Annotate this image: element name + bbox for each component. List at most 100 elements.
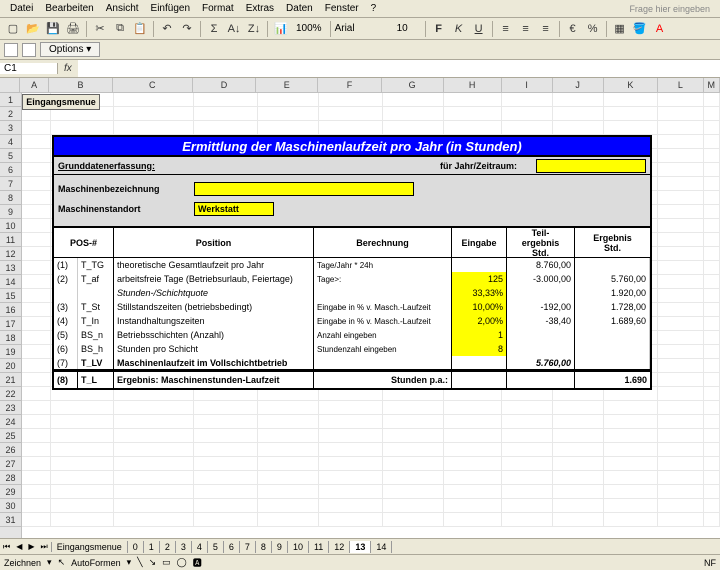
help-search-hint[interactable]: Frage hier eingeben <box>623 2 716 16</box>
cell-eingabe[interactable]: 1 <box>452 328 507 342</box>
tab-7[interactable]: 7 <box>240 541 256 553</box>
cell-eingabe[interactable]: 2,00% <box>452 314 507 328</box>
row-header-14[interactable]: 14 <box>0 275 21 289</box>
percent-icon[interactable]: % <box>584 20 602 38</box>
open-icon[interactable]: 📂 <box>24 20 42 38</box>
menu-fenster[interactable]: Fenster <box>319 1 365 16</box>
col-header-A[interactable]: A <box>20 78 49 92</box>
zoom-level[interactable]: 100% <box>292 23 326 34</box>
row-header-22[interactable]: 22 <box>0 387 21 401</box>
col-header-K[interactable]: K <box>604 78 659 92</box>
jahr-input[interactable] <box>536 159 646 173</box>
row-header-18[interactable]: 18 <box>0 331 21 345</box>
tab-0[interactable]: 0 <box>128 541 144 553</box>
cell-eingabe[interactable]: 10,00% <box>452 300 507 314</box>
col-header-I[interactable]: I <box>502 78 553 92</box>
row-header-15[interactable]: 15 <box>0 289 21 303</box>
row-header-6[interactable]: 6 <box>0 163 21 177</box>
tab-prev-icon[interactable]: ◀ <box>13 542 25 552</box>
row-header-24[interactable]: 24 <box>0 415 21 429</box>
tab-5[interactable]: 5 <box>208 541 224 553</box>
tab-13[interactable]: 13 <box>350 541 371 553</box>
col-header-B[interactable]: B <box>49 78 113 92</box>
undo-icon[interactable]: ↶ <box>158 20 176 38</box>
row-header-25[interactable]: 25 <box>0 429 21 443</box>
row-header-11[interactable]: 11 <box>0 233 21 247</box>
row-header-19[interactable]: 19 <box>0 345 21 359</box>
new-icon[interactable]: ▢ <box>4 20 22 38</box>
row-header-16[interactable]: 16 <box>0 303 21 317</box>
menu-bearbeiten[interactable]: Bearbeiten <box>39 1 99 16</box>
color-swatch-1[interactable] <box>4 43 18 57</box>
row-header-2[interactable]: 2 <box>0 107 21 121</box>
tab-next-icon[interactable]: ▶ <box>25 542 37 552</box>
row-header-23[interactable]: 23 <box>0 401 21 415</box>
color-swatch-2[interactable] <box>22 43 36 57</box>
fill-color-icon[interactable]: 🪣 <box>631 20 649 38</box>
menu-einfuegen[interactable]: Einfügen <box>145 1 196 16</box>
row-header-8[interactable]: 8 <box>0 191 21 205</box>
select-all-corner[interactable] <box>0 78 20 92</box>
row-header-29[interactable]: 29 <box>0 485 21 499</box>
row-header-10[interactable]: 10 <box>0 219 21 233</box>
fx-icon[interactable]: fx <box>58 63 78 74</box>
row-header-28[interactable]: 28 <box>0 471 21 485</box>
tab-1[interactable]: 1 <box>144 541 160 553</box>
tab-2[interactable]: 2 <box>160 541 176 553</box>
col-header-E[interactable]: E <box>256 78 318 92</box>
row-header-4[interactable]: 4 <box>0 135 21 149</box>
tab-3[interactable]: 3 <box>176 541 192 553</box>
row-header-20[interactable]: 20 <box>0 359 21 373</box>
align-center-icon[interactable]: ≡ <box>517 20 535 38</box>
sort-asc-icon[interactable]: A↓ <box>225 20 243 38</box>
col-header-D[interactable]: D <box>193 78 257 92</box>
row-header-30[interactable]: 30 <box>0 499 21 513</box>
tab-first-icon[interactable]: ⏮ <box>0 542 13 552</box>
menu-format[interactable]: Format <box>196 1 240 16</box>
tab-6[interactable]: 6 <box>224 541 240 553</box>
row-header-13[interactable]: 13 <box>0 261 21 275</box>
col-header-F[interactable]: F <box>318 78 382 92</box>
tab-11[interactable]: 11 <box>309 541 329 553</box>
font-name-select[interactable]: Arial <box>335 23 395 34</box>
col-header-L[interactable]: L <box>658 78 703 92</box>
row-header-9[interactable]: 9 <box>0 205 21 219</box>
row-header-26[interactable]: 26 <box>0 443 21 457</box>
menu-ansicht[interactable]: Ansicht <box>100 1 145 16</box>
borders-icon[interactable]: ▦ <box>611 20 629 38</box>
print-icon[interactable]: 🖨 <box>64 20 82 38</box>
redo-icon[interactable]: ↷ <box>178 20 196 38</box>
italic-icon[interactable]: K <box>450 20 468 38</box>
bold-icon[interactable]: F <box>430 20 448 38</box>
row-header-3[interactable]: 3 <box>0 121 21 135</box>
cells-area[interactable]: Eingangsmenue Ermittlung der Maschinenla… <box>22 93 720 538</box>
cell-eingabe[interactable]: 125 <box>452 272 507 286</box>
currency-icon[interactable]: € <box>564 20 582 38</box>
align-left-icon[interactable]: ≡ <box>497 20 515 38</box>
tab-14[interactable]: 14 <box>371 541 392 553</box>
name-box[interactable]: C1 <box>0 63 58 74</box>
row-header-21[interactable]: 21 <box>0 373 21 387</box>
menu-extras[interactable]: Extras <box>240 1 280 16</box>
font-color-icon[interactable]: A <box>651 20 669 38</box>
font-size-select[interactable]: 10 <box>397 23 421 34</box>
tab-12[interactable]: 12 <box>329 541 350 553</box>
menu-daten[interactable]: Daten <box>280 1 319 16</box>
paste-icon[interactable]: 📋 <box>131 20 149 38</box>
row-header-27[interactable]: 27 <box>0 457 21 471</box>
underline-icon[interactable]: U <box>470 20 488 38</box>
tab-last-icon[interactable]: ⏭ <box>38 542 51 552</box>
cell-eingabe[interactable]: 8 <box>452 342 507 356</box>
sum-icon[interactable]: Σ <box>205 20 223 38</box>
tab-eingangsmenue[interactable]: Eingangsmenue <box>52 541 128 553</box>
cut-icon[interactable]: ✂ <box>91 20 109 38</box>
align-right-icon[interactable]: ≡ <box>537 20 555 38</box>
col-header-C[interactable]: C <box>113 78 193 92</box>
masch-bez-input[interactable] <box>194 182 414 196</box>
cell-eingabe[interactable]: 33,33% <box>452 286 507 300</box>
menu-datei[interactable]: Datei <box>4 1 39 16</box>
row-header-1[interactable]: 1 <box>0 93 21 107</box>
row-header-7[interactable]: 7 <box>0 177 21 191</box>
options-button[interactable]: Options ▾ <box>40 42 100 57</box>
tab-8[interactable]: 8 <box>256 541 272 553</box>
